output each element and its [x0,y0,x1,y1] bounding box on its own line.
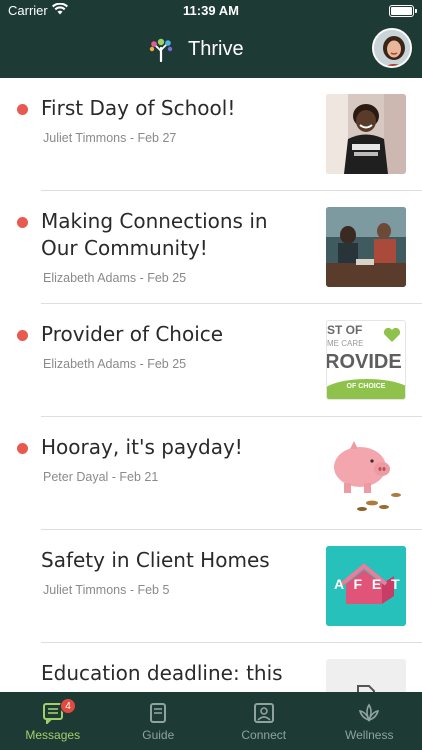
message-feed[interactable]: First Day of School! Juliet Timmons - Fe… [0,78,422,692]
item-meta: Juliet Timmons - Feb 5 [43,583,170,597]
contact-icon [253,702,275,724]
item-title: Hooray, it's payday! [41,435,243,459]
safety-letters: A F E T [334,576,403,592]
book-icon [147,702,169,724]
app-title: Thrive [188,37,244,60]
brand: Thrive [148,36,244,63]
list-item[interactable]: Provider of Choice Elizabeth Adams - Feb… [0,304,422,417]
badge-line3: ROVIDE [326,351,402,373]
item-title: Safety in Client Homes [41,548,270,572]
unread-dot [17,443,28,454]
piggy-bank-thumbnail [326,433,406,513]
tab-label: Guide [142,728,175,742]
list-item[interactable]: Making Connections in Our Community! Eli… [0,191,422,304]
clock: 11:39 AM [183,3,239,18]
status-bar: Carrier 11:39 AM [0,0,422,22]
unread-dot [17,217,28,228]
list-item[interactable]: Hooray, it's payday! Peter Dayal - Feb 2… [0,417,422,530]
badge-line4: OF CHOICE [346,383,386,390]
tab-label: Connect [241,728,287,742]
list-item[interactable]: Safety in Client Homes Juliet Timmons - … [0,530,422,643]
lotus-icon [358,702,380,724]
meeting-photo-thumbnail [326,207,406,287]
unread-dot [17,104,28,115]
app-header: Thrive [0,22,422,78]
item-title: Making Connections in Our Community! [41,209,268,260]
safety-house-thumbnail: A F E T [326,546,406,626]
tab-messages[interactable]: 4 Messages [0,692,106,750]
item-title: Education deadline: this [41,661,283,685]
item-title: First Day of School! [41,96,236,120]
badge-line2: ME CARE [327,339,364,348]
tab-bar: 4 Messages Guide Connect Wellness [0,692,422,750]
list-item[interactable]: First Day of School! Juliet Timmons - Fe… [0,78,422,191]
list-item[interactable]: Education deadline: this [0,643,422,692]
tab-wellness[interactable]: Wellness [317,692,422,750]
tree-logo-icon [148,36,174,63]
tab-label: Messages [25,728,81,742]
badge-line1: ST OF [327,323,363,337]
item-meta: Elizabeth Adams - Feb 25 [43,357,187,371]
tab-guide[interactable]: Guide [106,692,212,750]
unread-count-badge: 4 [60,698,76,714]
battery-icon [389,5,417,17]
profile-avatar[interactable] [372,28,412,68]
child-photo-thumbnail [326,94,406,174]
item-meta: Peter Dayal - Feb 21 [43,470,159,484]
item-meta: Juliet Timmons - Feb 27 [43,131,177,145]
item-title: Provider of Choice [41,322,224,346]
item-meta: Elizabeth Adams - Feb 25 [43,271,187,285]
unread-dot [17,330,28,341]
document-thumbnail [326,659,406,692]
tab-connect[interactable]: Connect [211,692,317,750]
heart-icon [383,327,401,343]
top-bar: Carrier 11:39 AM Thrive [0,0,422,78]
provider-of-choice-badge: ST OF ME CARE ROVIDE OF CHOICE [326,320,406,400]
document-icon [356,685,376,692]
tab-label: Wellness [345,728,394,742]
